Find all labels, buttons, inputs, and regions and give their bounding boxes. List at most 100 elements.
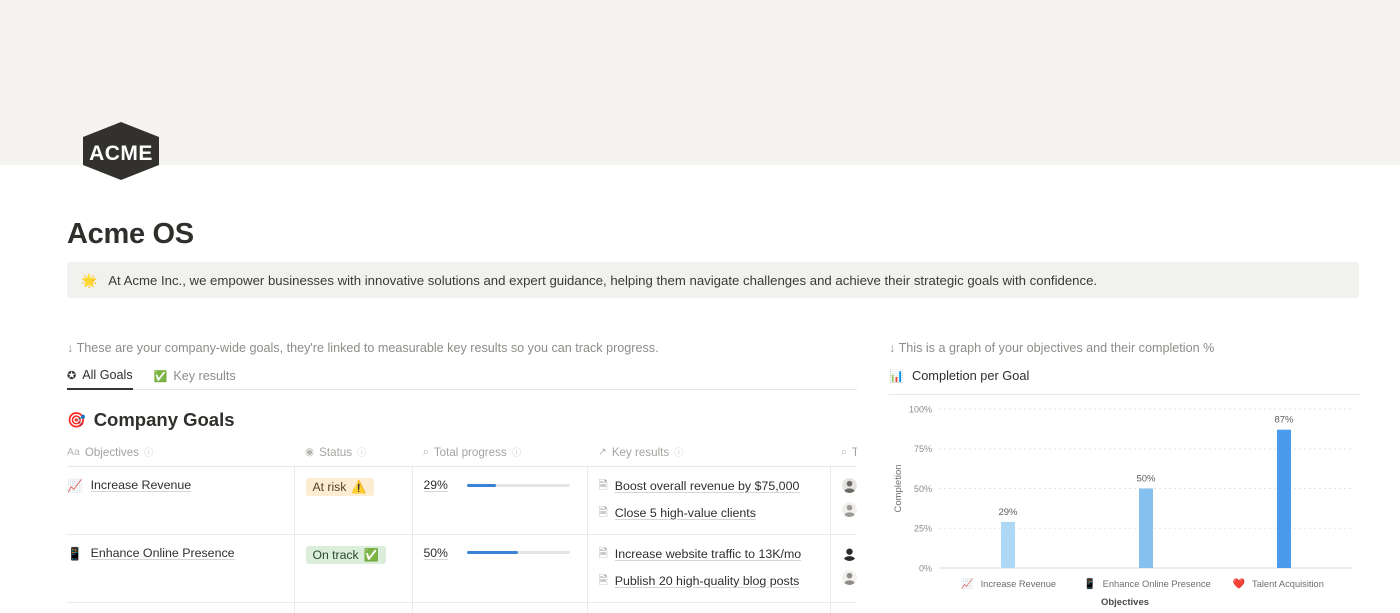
svg-text:29%: 29% [998,507,1018,518]
svg-text:25%: 25% [914,524,932,534]
svg-text:50%: 50% [1136,474,1156,485]
avatar [841,502,857,517]
team-member[interactable]: Nate l [841,502,857,517]
bar-chart-svg: Completion 0% 25% 50% 75% 100% 29% 50% 87% Increa… [893,404,1353,590]
page-cover-band [0,0,1400,165]
page-title: Acme OS [67,218,194,250]
svg-text:87%: 87% [1274,415,1294,426]
table-row[interactable]: 📈 Increase Revenue At risk ⚠️ 29% 🗎 Boos… [67,466,857,535]
cell-status[interactable]: On track ✅ [294,602,413,613]
goals-table: Aa Objectives ⓘ ◉ Status ⓘ ⌕ Total progr… [67,445,857,613]
table-header-row: Aa Objectives ⓘ ◉ Status ⓘ ⌕ Total progr… [67,445,857,467]
status-badge: On track ✅ [305,545,386,564]
cell-progress[interactable]: 86.5% [412,602,588,613]
svg-text:📈: 📈 [961,577,973,590]
app-root: ACME Acme OS 🌟 At Acme Inc., we empower … [0,0,1400,613]
key-result-link[interactable]: 🗎 Boost overall revenue by $75,000 [599,478,820,496]
mission-callout-text: At Acme Inc., we empower businesses with… [108,272,1098,288]
table-body: 📈 Increase Revenue At risk ⚠️ 29% 🗎 Boos… [67,466,857,613]
avatar [841,478,857,493]
column-header-team[interactable]: ⌕ Team l [830,445,857,467]
chart-column: ↓ This is a graph of your objectives and… [889,341,1361,608]
column-header-total-progress[interactable]: ⌕ Total progress ⓘ [412,445,587,467]
progress-bar [466,551,570,555]
tab-key-results-label: Key results [173,369,236,383]
column-header-objectives-label: Objectives [84,445,139,459]
column-header-key-results[interactable]: ↗ Key results ⓘ [587,445,830,467]
avatar [841,545,857,561]
column-header-status[interactable]: ◉ Status ⓘ [294,445,412,467]
key-result-link[interactable]: 🗎 Increase website traffic to 13K/mo [599,546,820,564]
svg-text:Increase Revenue: Increase Revenue [981,579,1056,589]
column-header-total-progress-label: Total progress [433,445,507,459]
database-title-label: Company Goals [93,409,235,430]
column-header-key-results-label: Key results [611,445,670,459]
cell-objective[interactable]: 📈 Increase Revenue [67,466,295,535]
database-title: 🎯 Company Goals [67,409,857,431]
svg-text:75%: 75% [914,444,932,454]
cell-status[interactable]: On track ✅ [294,534,413,603]
team-member[interactable]: Sohra [841,478,857,493]
key-result-label: Close 5 high-value clients [614,505,756,520]
svg-text:0%: 0% [919,563,932,573]
svg-text:Completion: Completion [893,464,904,512]
rollup-icon: ⌕ [423,445,429,458]
key-result-link[interactable]: 🗎 Close 5 high-value clients [599,505,820,523]
key-result-label: Boost overall revenue by $75,000 [614,479,800,493]
svg-text:❤️: ❤️ [1233,578,1246,590]
logo-hexagon-icon: ACME [83,122,159,180]
svg-text:Talent Acquisition: Talent Acquisition [1252,579,1324,589]
table-row[interactable]: 📱 Enhance Online Presence On track ✅ 50% [67,534,857,603]
cell-progress[interactable]: 50% [412,534,588,603]
acme-logo: ACME [79,121,163,181]
avatar [841,569,857,585]
check-circle-icon: ✅ [153,370,168,383]
chart-title: 📊 Completion per Goal [889,368,1361,383]
svg-text:50%: 50% [914,484,932,494]
goals-column: ↓ These are your company-wide goals, the… [67,341,857,613]
check-icon: ✅ [363,547,379,562]
cell-status[interactable]: At risk ⚠️ [294,466,413,535]
cell-team[interactable]: Andre Ben Li [830,534,857,603]
logo-text: ACME [89,142,153,165]
progress-bar [466,483,570,487]
status-badge-label: On track [312,547,359,562]
info-icon[interactable]: ⓘ [674,445,684,459]
column-header-team-label: Team l [851,446,857,459]
key-result-link[interactable]: 🗎 Publish 20 high-quality blog posts [599,573,820,591]
table-row[interactable]: ❤️ Talent Acquisition On track ✅ 86.5% [67,602,857,613]
tab-all-goals[interactable]: ✪ All Goals [67,368,133,390]
info-icon[interactable]: ⓘ [512,445,522,459]
tab-all-goals-label: All Goals [82,368,133,382]
chart-title-label: Completion per Goal [911,368,1030,383]
cell-objective[interactable]: ❤️ Talent Acquisition [67,602,295,613]
status-badge: At risk ⚠️ [305,478,374,496]
column-header-objectives[interactable]: Aa Objectives ⓘ [67,445,294,467]
column-header-status-label: Status [319,445,353,459]
tab-key-results[interactable]: ✅ Key results [154,368,236,390]
completion-per-goal-chart[interactable]: Completion 0% 25% 50% 75% 100% 29% 50% 87% Increa… [889,395,1361,608]
cell-team[interactable]: Sohra Nate l [830,466,857,535]
cell-key-results[interactable]: 🗎 Increase website traffic to 13K/mo 🗎 P… [587,534,831,603]
key-result-label: Publish 20 high-quality blog posts [614,573,800,588]
team-member[interactable]: Andre [841,545,857,561]
info-icon[interactable]: ⓘ [357,445,367,459]
warning-icon: ⚠️ [351,480,367,494]
goals-tabs: ✪ All Goals ✅ Key results [67,368,857,390]
cell-objective[interactable]: 📱 Enhance Online Presence [67,534,295,603]
progress-bar-fill [466,483,497,487]
progress-value: 29% [423,478,448,492]
page-icon: 🗎 [598,574,608,587]
cell-team[interactable]: Sohra Steph [830,602,857,613]
mobile-phone-icon: 📱 [67,546,83,561]
progress-bar-fill [466,551,518,555]
info-icon[interactable]: ⓘ [144,445,154,459]
key-result-label: Increase website traffic to 13K/mo [614,546,802,561]
cell-key-results[interactable]: 🗎 Boost overall revenue by $75,000 🗎 Clo… [587,466,831,535]
cell-key-results[interactable]: 🗎 Hire and onboard at least 5 new team m… [587,602,831,613]
cell-progress[interactable]: 29% [412,466,588,535]
text-type-icon: Aa [67,446,80,458]
chart-x-axis-label: Objectives [1100,597,1150,608]
team-member[interactable]: Ben Li [841,569,857,585]
mission-callout: 🌟 At Acme Inc., we empower businesses wi… [67,262,1359,298]
